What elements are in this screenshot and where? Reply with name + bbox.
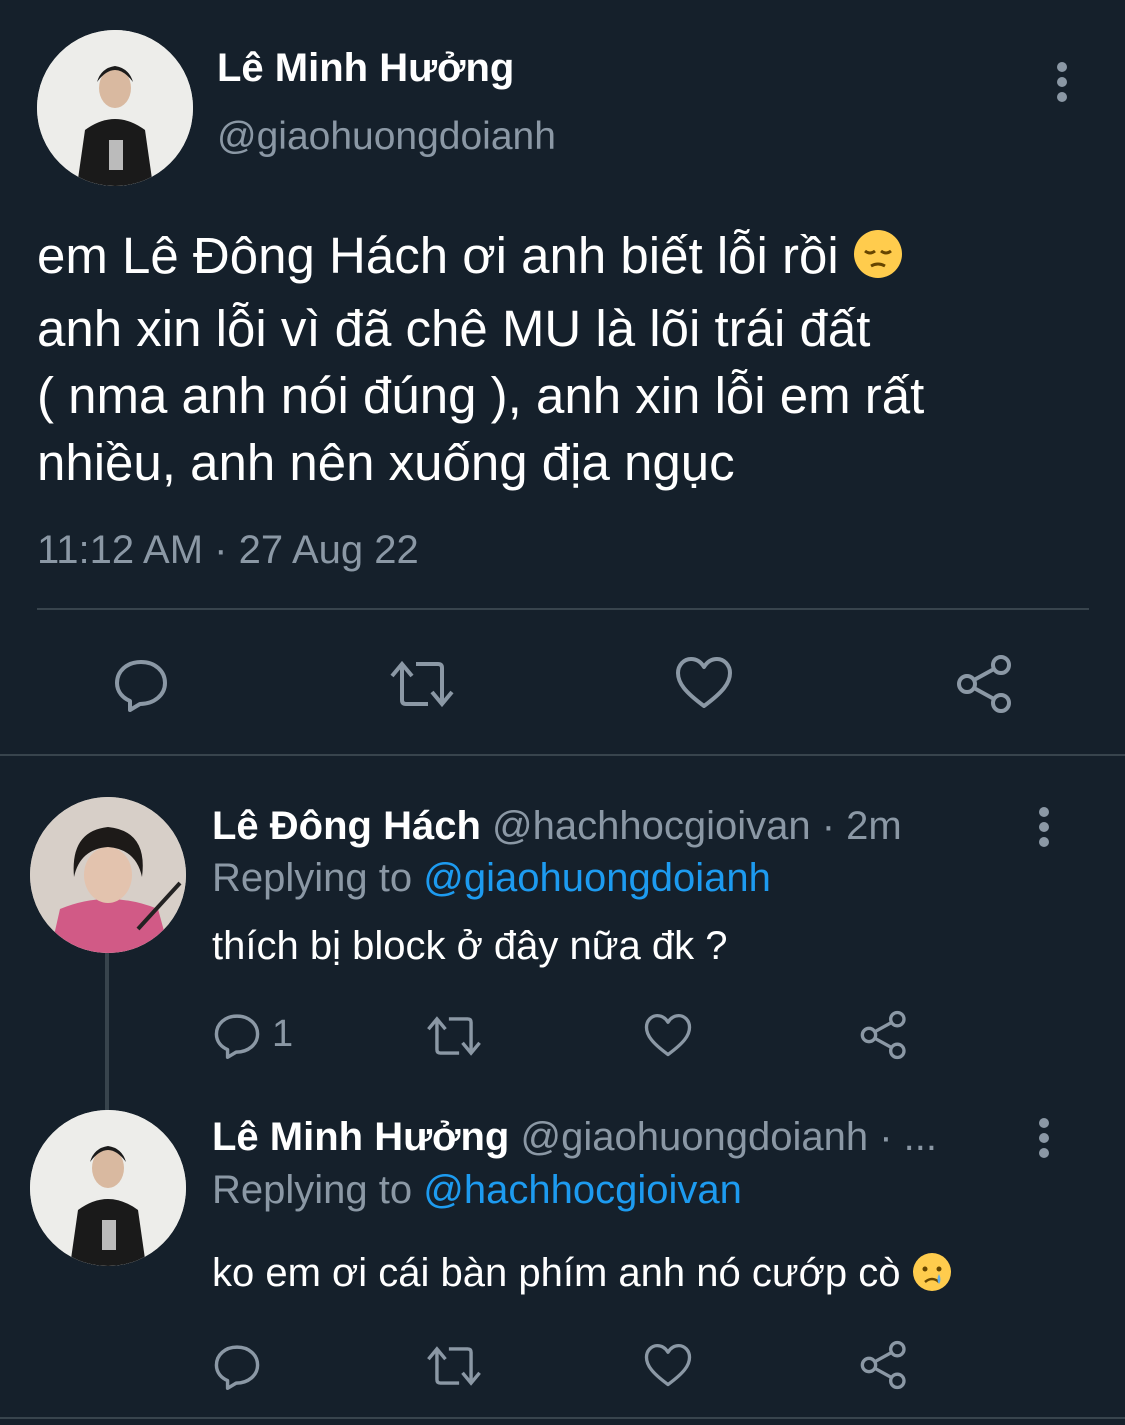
retweet-icon[interactable] [425, 1342, 483, 1390]
reply-author-name[interactable]: Lê Minh Hưởng [212, 1115, 509, 1159]
reply-icon[interactable] [213, 1342, 261, 1390]
replying-to-line: Replying to @giaohuongdoianh [212, 855, 771, 901]
reply-text-content: ko em ơi cái bàn phím anh nó cướp cò [212, 1251, 901, 1295]
retweet-icon[interactable] [425, 1012, 483, 1060]
like-icon[interactable] [644, 1013, 692, 1058]
replying-to-line: Replying to @hachhocgioivan [212, 1167, 742, 1213]
tweet-text-line-2: anh xin lỗi vì đã chê MU là lõi trái đất [37, 300, 871, 357]
share-icon[interactable] [859, 1010, 909, 1060]
author-handle[interactable]: @giaohuongdoianh [217, 115, 556, 159]
replying-to-label: Replying to [212, 1168, 424, 1212]
action-bar-divider [37, 608, 1089, 610]
author-name[interactable]: Lê Minh Hưởng [217, 46, 514, 90]
reply-author-avatar[interactable] [30, 1110, 186, 1266]
reply-count: 1 [272, 1013, 294, 1055]
reply-author-meta[interactable]: @hachhocgioivan · 2m [492, 804, 902, 848]
tweet-text-line-4: nhiều, anh nên xuống địa ngục [37, 434, 735, 491]
pensive-face-emoji [853, 228, 903, 295]
share-icon[interactable] [955, 654, 1015, 714]
reply-author-name[interactable]: Lê Đông Hách [212, 804, 481, 848]
replying-to-label: Replying to [212, 856, 424, 900]
tweet-text-line-1: em Lê Đông Hách ơi anh biết lỗi rồi [37, 227, 839, 284]
like-icon[interactable] [644, 1343, 692, 1388]
author-avatar[interactable] [37, 30, 193, 186]
more-options-icon[interactable] [1048, 60, 1076, 104]
tweet-text: em Lê Đông Hách ơi anh biết lỗi rồi anh … [37, 222, 1087, 496]
reply-text: ko em ơi cái bàn phím anh nó cướp cò [212, 1250, 952, 1302]
tweet-timestamp[interactable]: 11:12 AM · 27 Aug 22 [37, 527, 419, 573]
retweet-icon[interactable] [388, 656, 456, 712]
reply-icon[interactable] [213, 1011, 261, 1059]
replying-to-handle[interactable]: @giaohuongdoianh [423, 856, 771, 900]
tweet-text-line-3: ( nma anh nói đúng ), anh xin lỗi em rất [37, 367, 925, 424]
reply-text: thích bị block ở đây nữa đk ? [212, 924, 728, 968]
share-icon[interactable] [859, 1340, 909, 1390]
reply-icon[interactable] [113, 656, 169, 712]
reply-header: Lê Minh Hưởng @giaohuongdoianh · ... [212, 1114, 937, 1160]
reply-header: Lê Đông Hách @hachhocgioivan · 2m [212, 803, 902, 849]
reply-more-options-icon[interactable] [1030, 1116, 1058, 1160]
replying-to-handle[interactable]: @hachhocgioivan [423, 1168, 742, 1212]
section-divider [0, 754, 1125, 756]
like-icon[interactable] [675, 656, 733, 710]
thread-connector-line [105, 953, 109, 1110]
reply-author-meta[interactable]: @giaohuongdoianh · ... [521, 1115, 937, 1159]
reply-author-avatar[interactable] [30, 797, 186, 953]
reply-more-options-icon[interactable] [1030, 805, 1058, 849]
bottom-divider [0, 1417, 1125, 1419]
crying-face-emoji [912, 1252, 952, 1302]
